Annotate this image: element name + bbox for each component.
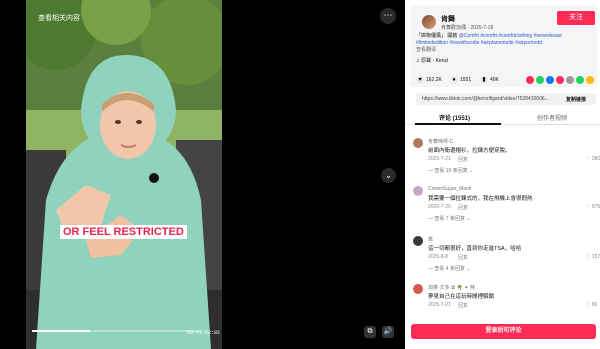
description-prefix: 「搞物優風」 開啟 [416,33,458,39]
saves-count: 40K [490,77,499,83]
commenter-avatar[interactable] [413,284,423,294]
comment-text: 我需要一個拉鍊式的，我在飛機上會很悶熱 [428,196,533,202]
video-timecode: 00:41/02:02 [187,330,221,336]
comment-date: 2025-7-20 [428,204,451,210]
comment-likes[interactable]: ♡ 86 [586,302,597,308]
author-avatar[interactable] [422,15,436,29]
line-icon[interactable] [576,76,584,84]
share-icon[interactable] [556,76,564,84]
comment-text: 夢見自己在這玩時間裡解鎖 [428,294,495,300]
comment-likes[interactable]: ♡ 360 [586,156,600,162]
video-frame[interactable] [26,0,222,349]
bookmark-icon[interactable]: ▮ [480,76,488,84]
like-stat[interactable]: ♥ 162.2K [416,76,442,84]
comment-likes-count: 86 [591,302,598,308]
comment-likes-count: 157 [591,254,600,260]
follow-button[interactable]: 关注 [557,11,595,25]
whatsapp-icon[interactable] [536,76,544,84]
comments-list: 肯舞咪呀-C 前面內衛邊帽衫，拉鍊方便穿脫。 2025-7-21 回复 ♡ 36… [405,130,600,322]
copy-icon[interactable] [586,76,594,84]
heart-icon[interactable]: ♥ [416,76,424,84]
video-still [26,0,222,349]
related-content-label[interactable]: 查看相关内容 [38,13,80,23]
video-description: 「搞物優風」 開啟 @Comfrt #comfrt #comfrtclothin… [416,33,591,46]
comment-username[interactable]: 喬 [428,236,433,243]
comment-date: 2025-8-8 [428,254,449,260]
video-progress-fill [32,330,90,332]
comment-likes[interactable]: ♡ 975 [586,204,600,210]
video-pane[interactable]: 查看相关内容 ⋯ ⌄ OR FEEL RESTRICTED 00:41/02:0… [0,0,405,349]
tab-comments[interactable]: 评论 (1551) [439,113,470,122]
comments-count: 1551 [460,77,472,83]
comment-date: 2025-7-21 [428,156,451,162]
video-caption: OR FEEL RESTRICTED [60,225,187,239]
comment-stat[interactable]: ● 1551 [450,76,471,84]
translate-link[interactable]: 查看翻译 [416,46,436,53]
comment-icon[interactable]: ● [450,76,458,84]
tab-creator-videos[interactable]: 创作者视频 [537,113,567,122]
likes-count: 162.2K [426,77,442,83]
embed-icon[interactable] [526,76,534,84]
author-name[interactable]: 肯舞 [441,14,455,24]
facebook-icon[interactable] [546,76,554,84]
commenter-avatar[interactable] [413,138,423,148]
comment-likes-count: 360 [591,156,600,162]
comment-reply-button[interactable]: 回复 [458,254,468,261]
comment-username[interactable]: 加菜·文多 ✿ 🌴 ✦ 特 [428,284,475,291]
active-tab-indicator [415,123,501,125]
video-url[interactable]: https://www.tiktok.com/@kenzifigard/vide… [422,96,562,102]
view-replies-text: 查看 19 条回复 [434,168,468,174]
copy-link-button[interactable]: 复制链接 [566,96,586,103]
comment-username[interactable]: 肯舞咪呀-C [428,138,453,145]
app-root: 查看相关内容 ⋯ ⌄ OR FEEL RESTRICTED 00:41/02:0… [0,0,600,349]
comment-reply-button[interactable]: 回复 [458,302,468,309]
commenter-avatar[interactable] [413,186,423,196]
view-replies-text: 查看 4 条回复 [434,266,465,272]
comment-likes[interactable]: ♡ 157 [586,254,600,260]
comment-likes-count: 975 [591,204,600,210]
comment-date: 2025-7-21 [428,302,451,308]
comment-reply-button[interactable]: 回复 [458,156,468,163]
more-share-icon[interactable] [566,76,574,84]
chevron-down-icon[interactable]: ⌄ [381,168,396,183]
comment-reply-button[interactable]: 回复 [458,204,468,211]
login-to-comment-button[interactable]: 登录后可评论 [411,324,596,339]
save-stat[interactable]: ▮ 40K [480,76,499,84]
more-dots-icon[interactable]: ⋯ [380,8,396,24]
view-replies-link[interactable]: — 查看 7 条回复 ⌄ [428,215,471,222]
comment-username[interactable]: CreamSugar_Mami [428,186,471,192]
view-replies-link[interactable]: — 查看 19 条回复 ⌄ [428,167,473,174]
picture-in-picture-icon[interactable]: ⧉ [364,326,376,338]
view-replies-link[interactable]: — 查看 4 条回复 ⌄ [428,265,471,272]
view-replies-text: 查看 7 条回复 [434,216,465,222]
video-progress-bar[interactable] [32,330,202,332]
comment-text: 這一切都很好，直到你走進TSA，哈哈 [428,246,522,252]
stats-row: ♥ 162.2K ● 1551 ▮ 40K [416,76,596,86]
url-box[interactable]: https://www.tiktok.com/@kenzifigard/vide… [416,93,596,105]
music-link[interactable]: ♫ 原聲 - Kenzi [416,57,448,64]
commenter-avatar[interactable] [413,236,423,246]
volume-icon[interactable]: 🔊 [382,326,394,338]
comment-text: 前面內衛邊帽衫，拉鍊方便穿脫。 [428,148,511,154]
author-subtitle: 肯舞歡加倆 · 2025-7-18 [441,25,494,31]
